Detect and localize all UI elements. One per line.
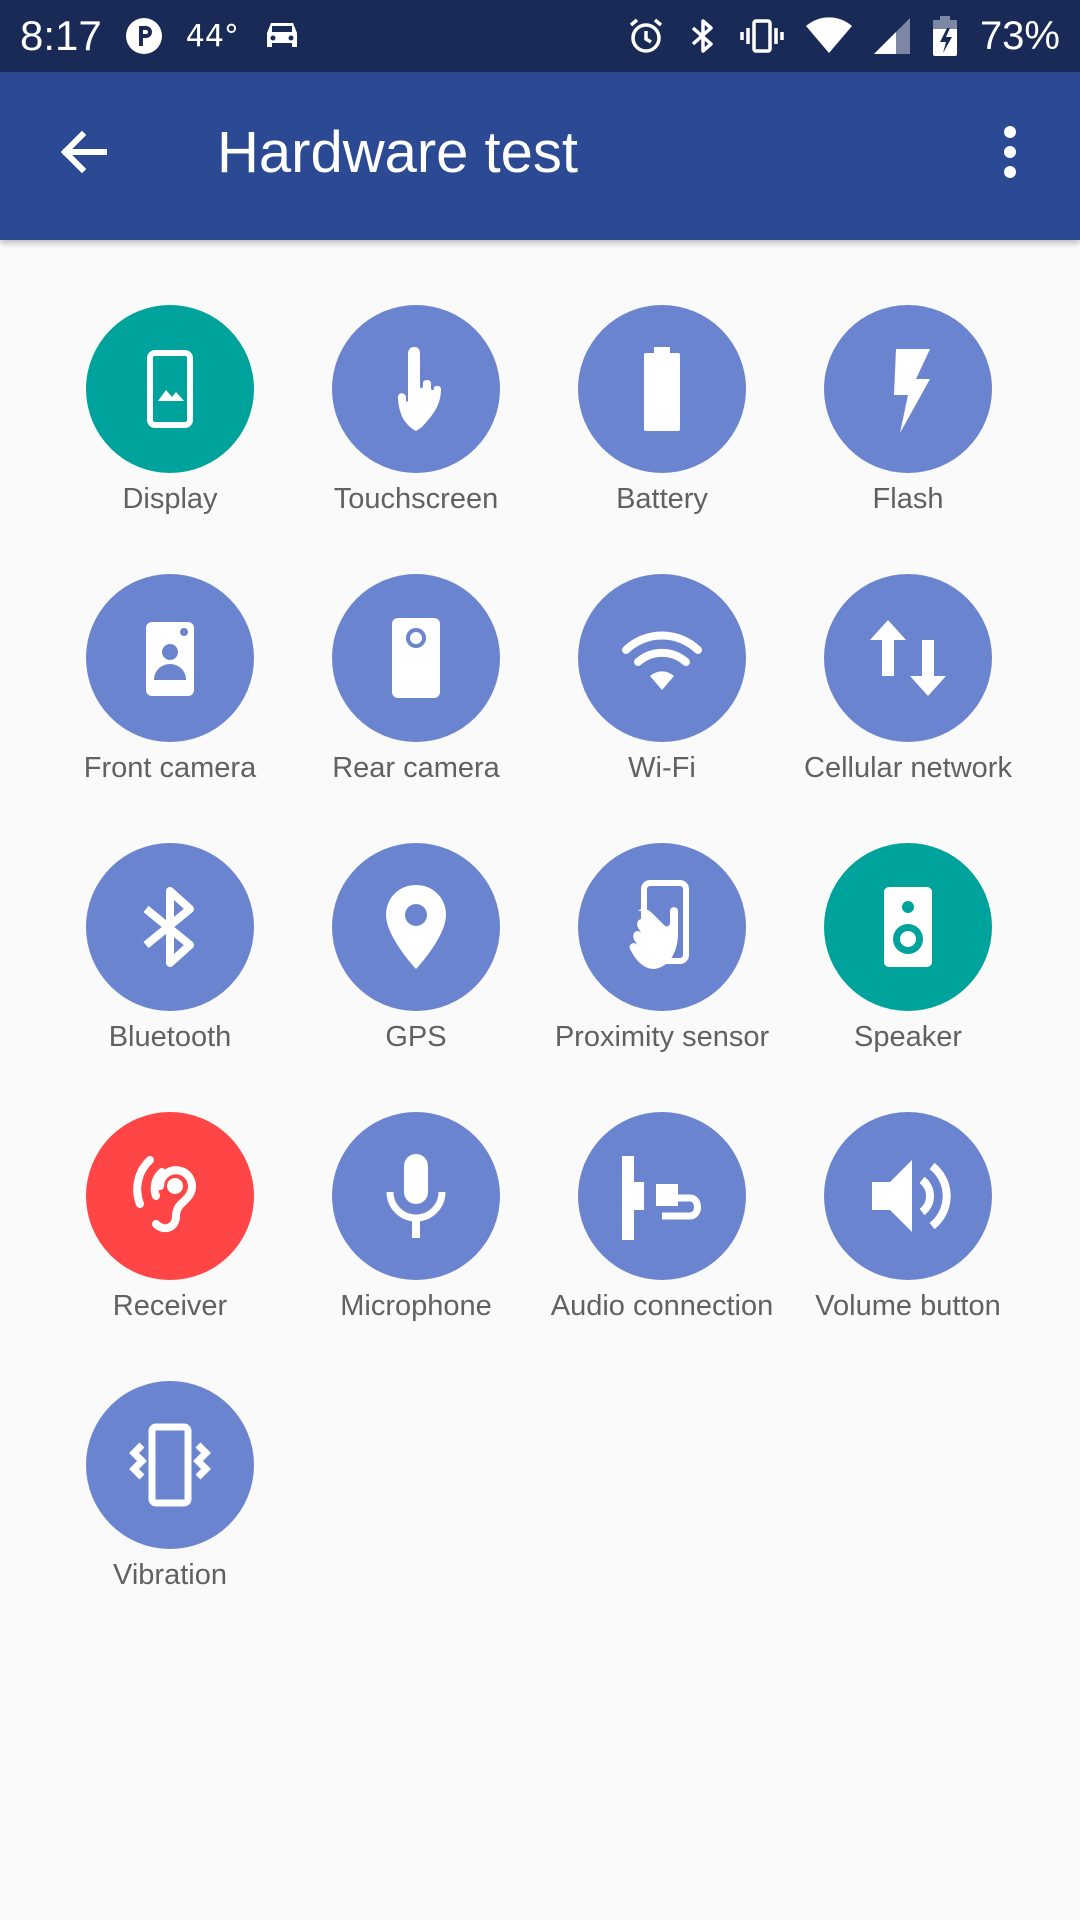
- test-label: Audio connection: [550, 1290, 774, 1322]
- test-tile-bluetooth[interactable]: Bluetooth: [47, 843, 293, 1112]
- test-tile-microphone[interactable]: Microphone: [293, 1112, 539, 1381]
- test-tile-cellular-network[interactable]: Cellular network: [785, 574, 1031, 843]
- vibrate-status-icon: [740, 16, 784, 56]
- test-label: Front camera: [83, 752, 257, 784]
- test-label: Display: [122, 483, 218, 515]
- test-label: Cellular network: [804, 752, 1012, 784]
- back-button[interactable]: [44, 112, 124, 192]
- test-status-circle: [824, 305, 992, 473]
- test-label: Volume button: [815, 1290, 1001, 1322]
- test-status-circle: [824, 1112, 992, 1280]
- receiver-icon: [133, 1156, 196, 1233]
- test-status-circle: [332, 305, 500, 473]
- wifi-icon: [622, 631, 702, 690]
- status-bar: 8:17 44° 73%: [0, 0, 1080, 72]
- proximity-sensor-icon: [629, 880, 689, 969]
- display-icon: [147, 350, 193, 428]
- test-label: Vibration: [113, 1559, 227, 1591]
- test-status-circle: [86, 843, 254, 1011]
- gps-icon: [386, 885, 446, 969]
- rear-camera-icon: [392, 618, 440, 698]
- car-icon: [261, 19, 303, 53]
- test-label: Speaker: [853, 1021, 962, 1053]
- test-status-circle: [578, 305, 746, 473]
- test-tile-vibration[interactable]: Vibration: [47, 1381, 293, 1650]
- test-label: Touchscreen: [333, 483, 499, 515]
- overflow-menu-button[interactable]: [970, 112, 1050, 192]
- test-status-circle: [86, 305, 254, 473]
- test-tile-front-camera[interactable]: Front camera: [47, 574, 293, 843]
- test-tile-proximity-sensor[interactable]: Proximity sensor: [539, 843, 785, 1112]
- wifi-status-icon: [805, 17, 852, 55]
- test-tile-battery[interactable]: Battery: [539, 305, 785, 574]
- audio-connection-icon: [622, 1156, 701, 1240]
- parking-app-icon: [124, 16, 164, 56]
- test-label: Rear camera: [332, 752, 500, 784]
- battery-percentage: 73%: [979, 13, 1060, 58]
- test-label: Proximity sensor: [554, 1021, 770, 1053]
- test-status-circle: [578, 574, 746, 742]
- test-status-circle: [824, 843, 992, 1011]
- test-status-circle: [578, 1112, 746, 1280]
- test-tile-gps[interactable]: GPS: [293, 843, 539, 1112]
- test-tile-volume-button[interactable]: Volume button: [785, 1112, 1031, 1381]
- test-status-circle: [824, 574, 992, 742]
- test-tile-flash[interactable]: Flash: [785, 305, 1031, 574]
- battery-charging-icon: [932, 15, 958, 57]
- test-status-circle: [332, 843, 500, 1011]
- test-tile-receiver[interactable]: Receiver: [47, 1112, 293, 1381]
- cell-signal-icon: [873, 18, 910, 54]
- test-label: Microphone: [340, 1290, 492, 1322]
- vibration-icon: [129, 1423, 211, 1507]
- test-tile-audio-connection[interactable]: Audio connection: [539, 1112, 785, 1381]
- test-status-circle: [86, 1112, 254, 1280]
- test-label: GPS: [385, 1021, 447, 1053]
- test-status-circle: [86, 574, 254, 742]
- microphone-icon: [386, 1154, 446, 1238]
- test-status-circle: [332, 574, 500, 742]
- test-label: Wi-Fi: [628, 752, 696, 784]
- page-title: Hardware test: [217, 120, 579, 185]
- flash-icon: [894, 349, 930, 433]
- test-tile-speaker[interactable]: Speaker: [785, 843, 1031, 1112]
- volume-button-icon: [872, 1160, 951, 1232]
- test-label: Battery: [616, 483, 708, 515]
- test-tile-rear-camera[interactable]: Rear camera: [293, 574, 539, 843]
- cellular-network-icon: [870, 620, 946, 696]
- alarm-icon: [626, 16, 666, 56]
- speaker-icon: [884, 887, 932, 967]
- test-tile-touchscreen[interactable]: Touchscreen: [293, 305, 539, 574]
- hardware-test-grid: Display Touchscreen Battery Flash Front came…: [47, 305, 1031, 1650]
- test-status-circle: [578, 843, 746, 1011]
- touchscreen-icon: [398, 347, 441, 431]
- test-status-circle: [332, 1112, 500, 1280]
- status-temperature: 44°: [185, 18, 239, 54]
- battery-icon: [644, 347, 680, 431]
- test-tile-wifi[interactable]: Wi-Fi: [539, 574, 785, 843]
- more-vert-icon: [1004, 126, 1016, 178]
- test-tile-display[interactable]: Display: [47, 305, 293, 574]
- test-status-circle: [86, 1381, 254, 1549]
- test-label: Flash: [872, 483, 944, 515]
- arrow-back-icon: [60, 130, 107, 174]
- front-camera-icon: [146, 622, 194, 696]
- bluetooth-icon: [143, 887, 194, 967]
- test-label: Receiver: [112, 1290, 228, 1322]
- test-label: Bluetooth: [108, 1021, 232, 1053]
- bluetooth-status-icon: [688, 16, 718, 56]
- app-bar: Hardware test: [0, 72, 1080, 240]
- status-time: 8:17: [20, 12, 102, 59]
